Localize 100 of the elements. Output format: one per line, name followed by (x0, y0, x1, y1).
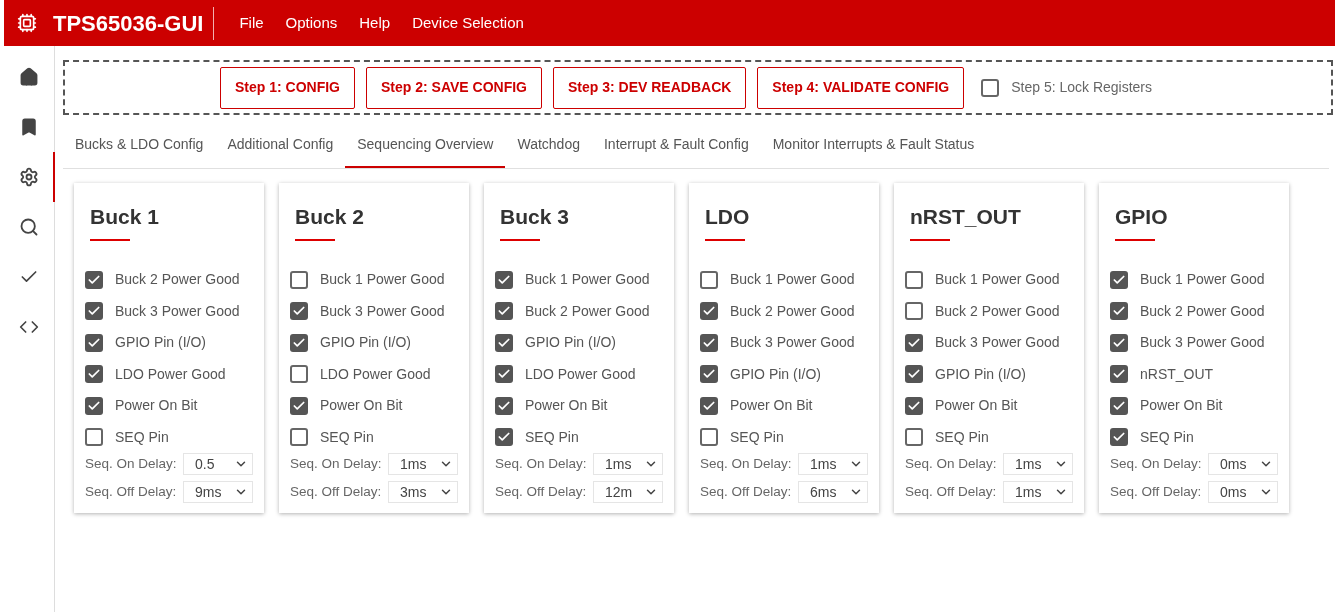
checkbox[interactable] (290, 333, 308, 352)
menu-item[interactable]: Help (348, 7, 402, 39)
menu-item[interactable]: File (228, 7, 275, 39)
checkbox-label: GPIO Pin (I/O) (935, 364, 1026, 384)
checkbox[interactable] (290, 302, 308, 321)
checkbox-label: Buck 1 Power Good (525, 270, 650, 289)
checkbox[interactable] (495, 333, 513, 352)
checkbox[interactable] (85, 302, 103, 321)
field-label: Seq. On Delay: (85, 455, 177, 474)
tab[interactable]: Monitor Interrupts & Fault Status (760, 123, 987, 168)
checkbox-label: SEQ Pin (320, 427, 374, 447)
field-label: Seq. Off Delay: (905, 483, 997, 502)
delay-dropdown[interactable]: 0ms (1208, 453, 1278, 476)
checkbox[interactable] (700, 333, 718, 352)
field-label: Seq. Off Delay: (85, 483, 177, 502)
checkbox[interactable] (290, 428, 308, 447)
step-button[interactable]: Step 3: DEV READBACK (553, 66, 747, 109)
card-title: Buck 2 (295, 204, 364, 230)
checkbox-label: Buck 1 Power Good (730, 270, 855, 289)
card-title: GPIO (1115, 204, 1168, 230)
checkbox[interactable] (495, 270, 513, 289)
checkbox[interactable] (905, 428, 923, 447)
checkbox[interactable] (290, 396, 308, 415)
checkbox-label: Power On Bit (935, 396, 1018, 416)
tab[interactable]: Sequencing Overview (345, 123, 506, 168)
field-label: Seq. On Delay: (1110, 455, 1202, 474)
checkbox[interactable] (1110, 333, 1128, 352)
menu-item[interactable]: Options (274, 7, 349, 39)
field-label: Seq. On Delay: (495, 455, 587, 474)
checkbox[interactable] (495, 365, 513, 384)
checkbox[interactable] (700, 428, 718, 447)
checkbox-label: Power On Bit (525, 396, 608, 416)
checkbox[interactable] (290, 365, 308, 384)
checkbox[interactable] (85, 428, 103, 447)
checkbox[interactable] (85, 333, 103, 352)
checkbox[interactable] (905, 365, 923, 384)
checkbox[interactable] (495, 428, 513, 447)
app-title: TPS65036-GUI (53, 6, 215, 40)
checkbox[interactable] (905, 302, 923, 321)
checkbox-label: GPIO Pin (I/O) (525, 333, 616, 353)
checkbox[interactable] (700, 302, 718, 321)
checkbox-label: Power On Bit (320, 396, 403, 416)
field-label: Seq. Off Delay: (290, 483, 382, 502)
checkbox[interactable] (85, 365, 103, 384)
field-label: Seq. Off Delay: (700, 483, 792, 502)
checkbox[interactable] (1110, 270, 1128, 289)
field-label: Seq. On Delay: (905, 455, 997, 474)
checkbox[interactable] (1110, 365, 1128, 384)
checkbox-label: Buck 1 Power Good (320, 270, 445, 289)
tab[interactable]: Watchdog (505, 123, 592, 168)
checkbox-label: Power On Bit (115, 396, 198, 416)
checkbox[interactable] (85, 270, 103, 289)
delay-dropdown[interactable]: 9ms (183, 481, 253, 504)
delay-dropdown[interactable]: 1ms (388, 453, 458, 476)
checkbox[interactable] (905, 333, 923, 352)
menu-item[interactable]: Device Selection (401, 7, 535, 39)
checkbox[interactable] (905, 270, 923, 289)
checkbox[interactable] (495, 302, 513, 321)
delay-dropdown[interactable]: 6ms (798, 481, 868, 504)
step-button[interactable]: Step 1: CONFIG (220, 66, 355, 109)
card-title: Buck 1 (90, 204, 159, 230)
checkbox[interactable] (1110, 302, 1128, 321)
checkbox[interactable] (1110, 396, 1128, 415)
checkbox[interactable] (85, 396, 103, 415)
delay-dropdown[interactable]: 0.5 (183, 453, 253, 476)
chip-icon (17, 13, 37, 33)
delay-dropdown[interactable]: 1ms (1003, 481, 1073, 504)
checkbox-label: Buck 3 Power Good (935, 333, 1060, 353)
step-button[interactable]: Step 4: VALIDATE CONFIG (757, 66, 965, 109)
checkbox-label: LDO Power Good (525, 364, 636, 384)
delay-dropdown[interactable]: 12m (593, 481, 663, 504)
delay-dropdown[interactable]: 1ms (1003, 453, 1073, 476)
delay-dropdown[interactable]: 3ms (388, 481, 458, 504)
checkbox-label: GPIO Pin (I/O) (730, 364, 821, 384)
checkbox-label: SEQ Pin (935, 427, 989, 447)
checkbox[interactable] (700, 365, 718, 384)
checkbox-label: Power On Bit (730, 396, 813, 416)
checkbox-label: SEQ Pin (115, 427, 169, 447)
checkbox-label: GPIO Pin (I/O) (320, 333, 411, 353)
checkbox-label: LDO Power Good (320, 364, 431, 384)
checkbox-label: Buck 3 Power Good (1140, 333, 1265, 353)
checkbox[interactable] (700, 270, 718, 289)
delay-dropdown[interactable]: 0ms (1208, 481, 1278, 504)
checkbox[interactable] (1110, 428, 1128, 447)
field-label: Seq. On Delay: (700, 455, 792, 474)
checkbox[interactable] (905, 396, 923, 415)
tab[interactable]: Bucks & LDO Config (63, 123, 216, 168)
checkbox-label: nRST_OUT (1140, 364, 1214, 384)
tab[interactable]: Interrupt & Fault Config (591, 123, 761, 168)
tab[interactable]: Additional Config (215, 123, 346, 168)
delay-dropdown[interactable]: 1ms (593, 453, 663, 476)
checkbox-label: Power On Bit (1140, 396, 1223, 416)
delay-dropdown[interactable]: 1ms (798, 453, 868, 476)
checkbox[interactable] (981, 78, 1000, 97)
checkbox[interactable] (700, 396, 718, 415)
step-button[interactable]: Step 2: SAVE CONFIG (366, 66, 542, 109)
checkbox[interactable] (495, 396, 513, 415)
field-label: Seq. On Delay: (290, 455, 382, 474)
checkbox-label: Buck 2 Power Good (935, 301, 1060, 321)
checkbox[interactable] (290, 270, 308, 289)
